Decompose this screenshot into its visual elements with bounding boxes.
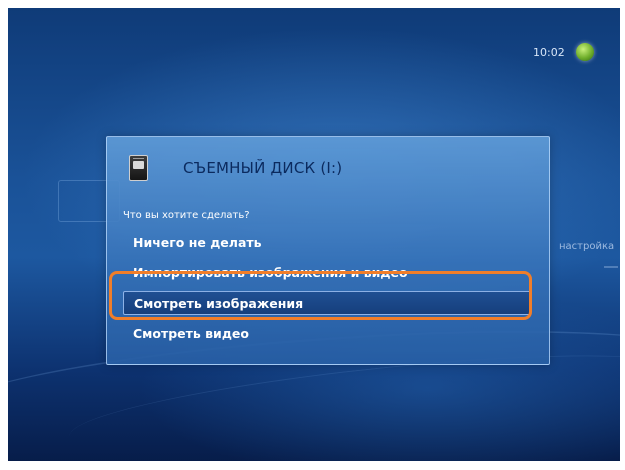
settings-menu-item[interactable]: настройка [559,241,614,252]
dialog-prompt: Что вы хотите сделать? [123,210,250,221]
option-do-nothing[interactable]: Ничего не делать [123,231,531,255]
dialog-title: СЪЕМНЫЙ ДИСК (I:) [183,159,343,177]
option-watch-video[interactable]: Смотреть видео [123,322,531,346]
windows-media-center-orb-icon[interactable] [576,43,594,61]
settings-subitem [604,266,618,268]
selection-highlight-frame [109,271,532,320]
clock: 10:02 [533,46,565,59]
autoplay-dialog: СЪЕМНЫЙ ДИСК (I:) Что вы хотите сделать?… [106,136,550,365]
removable-disk-icon [129,155,148,181]
media-center-screen: 10:02 настройка СЪЕМНЫЙ ДИСК (I:) Что вы… [8,8,620,461]
